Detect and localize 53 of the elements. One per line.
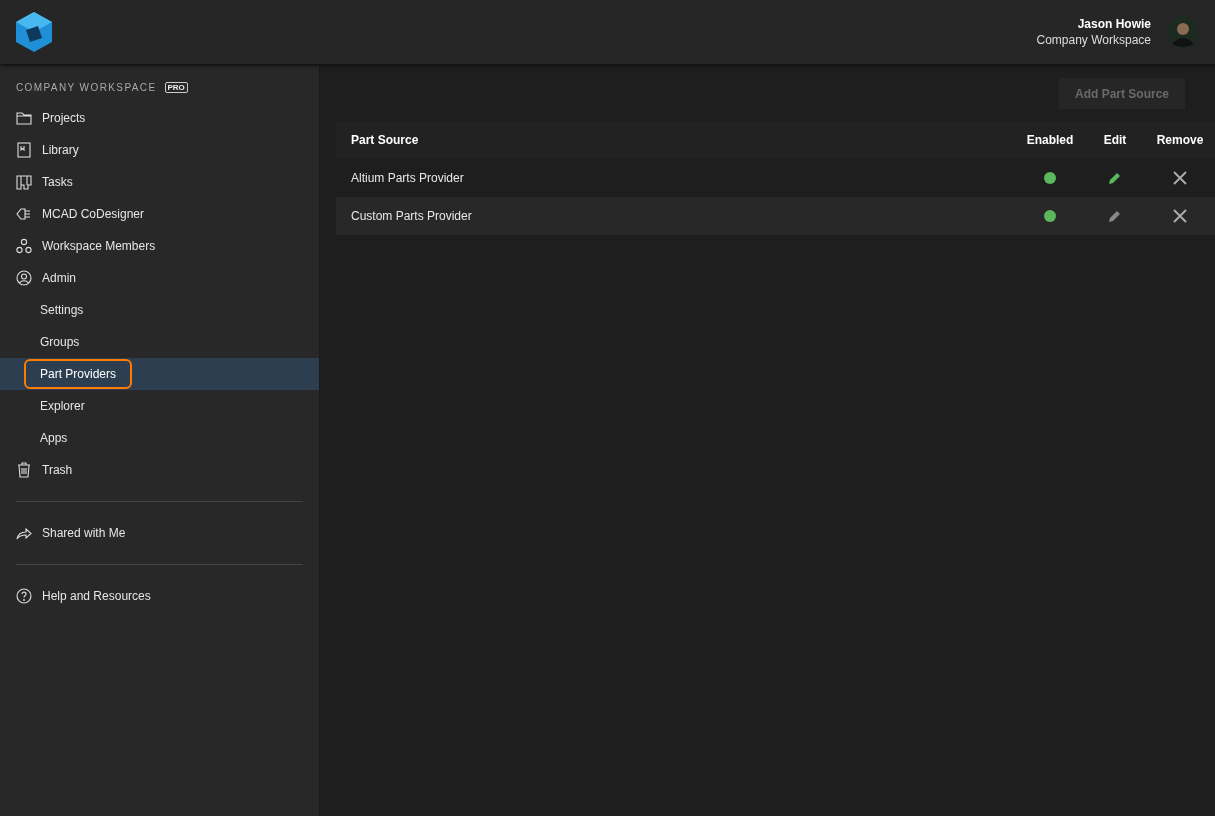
nav-label: Projects bbox=[41, 110, 87, 127]
nav-label: Part Providers bbox=[24, 359, 133, 389]
table-cell-text: Custom Parts Provider bbox=[350, 209, 473, 223]
nav-label: Settings bbox=[39, 302, 85, 319]
nav-label: Library bbox=[41, 142, 80, 159]
nav-item[interactable]: Trash bbox=[0, 454, 319, 486]
nav-item[interactable]: Help and Resources bbox=[0, 580, 319, 612]
nav-label: Shared with Me bbox=[41, 525, 127, 542]
nav-label: Help and Resources bbox=[41, 588, 152, 605]
folder-icon bbox=[16, 110, 32, 126]
book-icon bbox=[16, 142, 32, 158]
nav-label: Apps bbox=[39, 430, 69, 447]
nav-item[interactable]: MCAD CoDesigner bbox=[0, 198, 319, 230]
nav-item[interactable]: Explorer bbox=[0, 390, 319, 422]
nav-item[interactable]: Groups bbox=[0, 326, 319, 358]
nav-label: MCAD CoDesigner bbox=[41, 206, 146, 223]
people-icon bbox=[16, 238, 32, 254]
workspace-label: COMPANY WORKSPACE bbox=[16, 81, 157, 93]
column-header: Remove bbox=[1155, 133, 1205, 147]
nav-item[interactable]: Shared with Me bbox=[0, 517, 319, 549]
column-header: Edit bbox=[1102, 133, 1128, 147]
nav-label: Trash bbox=[41, 462, 74, 479]
pencil-icon[interactable] bbox=[1108, 209, 1122, 223]
column-header: Part Source bbox=[350, 133, 420, 147]
nav-label: Tasks bbox=[41, 174, 74, 191]
table-cell-text: Altium Parts Provider bbox=[350, 171, 465, 185]
user-name: Jason Howie bbox=[1077, 17, 1151, 31]
nav-item[interactable]: Tasks bbox=[0, 166, 319, 198]
pencil-icon[interactable] bbox=[1108, 171, 1122, 185]
nav-label: Explorer bbox=[39, 398, 86, 415]
trash-icon bbox=[16, 462, 32, 478]
workspace-name: Company Workspace bbox=[1036, 33, 1151, 47]
board-icon bbox=[16, 174, 32, 190]
nav-item[interactable]: Workspace Members bbox=[0, 230, 319, 262]
avatar[interactable] bbox=[1167, 16, 1199, 48]
nav-label: Groups bbox=[39, 334, 81, 351]
close-icon[interactable] bbox=[1173, 171, 1187, 185]
nav-item[interactable]: Admin bbox=[0, 262, 319, 294]
close-icon[interactable] bbox=[1173, 209, 1187, 223]
nav-item[interactable]: Part Providers bbox=[0, 358, 319, 390]
user-icon bbox=[16, 270, 32, 286]
nav-item[interactable]: Projects bbox=[0, 102, 319, 134]
help-icon bbox=[16, 588, 32, 604]
nav-item[interactable]: Settings bbox=[0, 294, 319, 326]
nav-item[interactable]: Library bbox=[0, 134, 319, 166]
plug-icon bbox=[16, 206, 32, 222]
nav-label: Admin bbox=[41, 270, 77, 287]
nav-label: Workspace Members bbox=[41, 238, 157, 255]
column-header: Enabled bbox=[1025, 133, 1075, 147]
logo-icon[interactable] bbox=[16, 12, 52, 52]
plan-badge: PRO bbox=[164, 81, 188, 93]
nav-item[interactable]: Apps bbox=[0, 422, 319, 454]
share-icon bbox=[16, 525, 32, 541]
